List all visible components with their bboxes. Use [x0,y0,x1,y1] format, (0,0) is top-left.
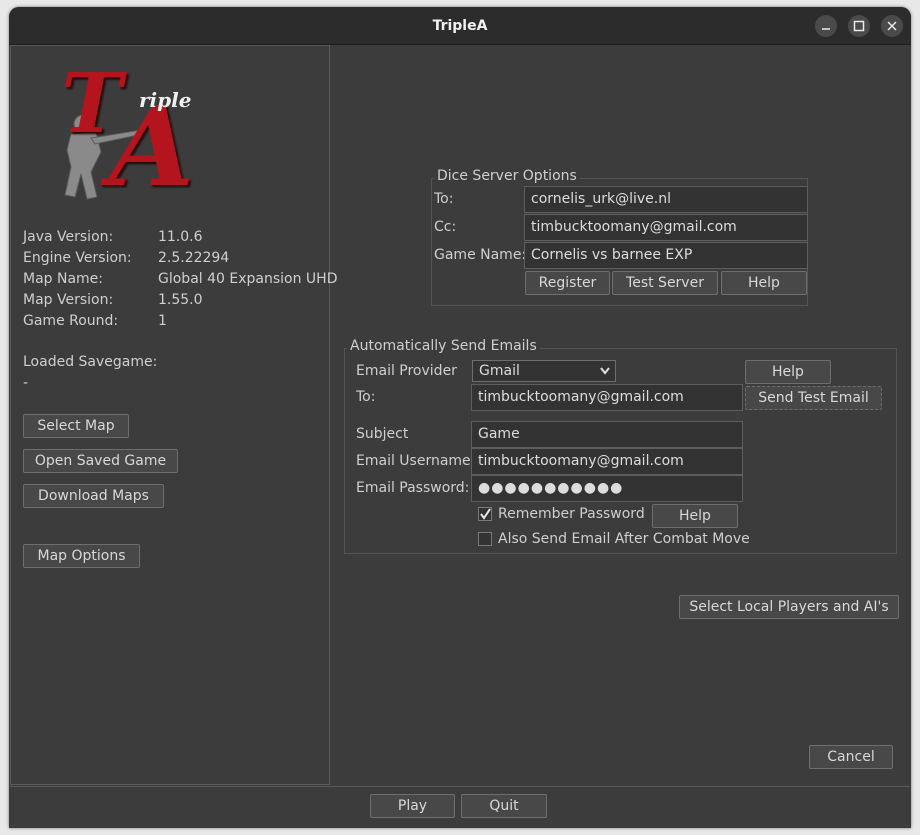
select-map-button[interactable]: Select Map [23,414,129,438]
subject-field[interactable]: Game [471,421,743,448]
close-icon[interactable] [881,15,903,37]
dice-to-field[interactable]: cornelis_urk@live.nl [524,186,808,213]
title-bar[interactable]: TripleA [9,7,911,45]
java-version-value: 11.0.6 [158,229,203,245]
email-to-field[interactable]: timbucktoomany@gmail.com [471,384,743,411]
dice-server-group: Dice Server Options To: cornelis_urk@liv… [431,168,808,306]
minimize-icon[interactable] [815,15,837,37]
dice-cc-label: Cc: [434,219,457,235]
test-server-button[interactable]: Test Server [612,271,718,295]
bottom-bar: Play Quit [10,786,910,828]
email-provider-label: Email Provider [356,363,457,379]
email-password-field[interactable]: ●●●●●●●●●●● [471,475,743,502]
game-round-label: Game Round: [23,313,119,329]
loaded-savegame-label: Loaded Savegame: [23,354,158,370]
map-version-label: Map Version: [23,292,114,308]
quit-button[interactable]: Quit [461,794,547,818]
dice-cc-field[interactable]: timbucktoomany@gmail.com [524,214,808,241]
triplea-window: TripleA T A riple Java Version: 11.0.6 E… [9,7,911,828]
map-name-value: Global 40 Expansion UHD [158,271,338,287]
dice-help-button[interactable]: Help [721,271,807,295]
engine-version-value: 2.5.22294 [158,250,230,266]
remember-password-label: Remember Password [498,506,645,522]
combat-move-label: Also Send Email After Combat Move [498,531,750,547]
window-title: TripleA [432,18,488,34]
email-username-field[interactable]: timbucktoomany@gmail.com [471,448,743,475]
subject-label: Subject [356,426,409,442]
email-provider-value: Gmail [479,363,520,379]
game-name-label: Game Name: [434,247,527,263]
remember-help-button[interactable]: Help [652,504,738,528]
open-saved-game-button[interactable]: Open Saved Game [23,449,178,473]
email-legend: Automatically Send Emails [347,338,540,354]
logo-text-riple: riple [139,88,192,112]
loaded-savegame-value: - [23,375,29,391]
remember-password-checkbox[interactable] [478,507,492,521]
email-help-button[interactable]: Help [745,360,831,384]
register-button[interactable]: Register [525,271,610,295]
email-password-label: Email Password: [356,480,470,496]
map-version-value: 1.55.0 [158,292,203,308]
email-to-label: To: [356,389,376,405]
dice-to-label: To: [434,191,454,207]
download-maps-button[interactable]: Download Maps [23,484,164,508]
play-button[interactable]: Play [370,794,455,818]
game-name-field[interactable]: Cornelis vs barnee EXP [524,242,808,269]
email-username-label: Email Username: [356,453,476,469]
maximize-icon[interactable] [848,15,870,37]
game-round-value: 1 [158,313,167,329]
game-info-panel: T A riple Java Version: 11.0.6 Engine Ve… [10,45,337,785]
send-test-email-button[interactable]: Send Test Email [745,386,882,410]
settings-panel: Dice Server Options To: cornelis_urk@liv… [331,45,909,785]
combat-move-checkbox[interactable] [478,532,492,546]
map-options-button[interactable]: Map Options [23,544,140,568]
java-version-label: Java Version: [23,229,114,245]
email-group: Automatically Send Emails Email Provider… [344,338,897,554]
engine-version-label: Engine Version: [23,250,132,266]
cancel-button[interactable]: Cancel [809,745,893,769]
dice-server-legend: Dice Server Options [434,168,580,184]
email-provider-select[interactable]: Gmail [472,360,616,382]
map-name-label: Map Name: [23,271,104,287]
triplea-logo: T A riple [41,56,211,212]
select-local-players-button[interactable]: Select Local Players and AI's [679,595,899,619]
